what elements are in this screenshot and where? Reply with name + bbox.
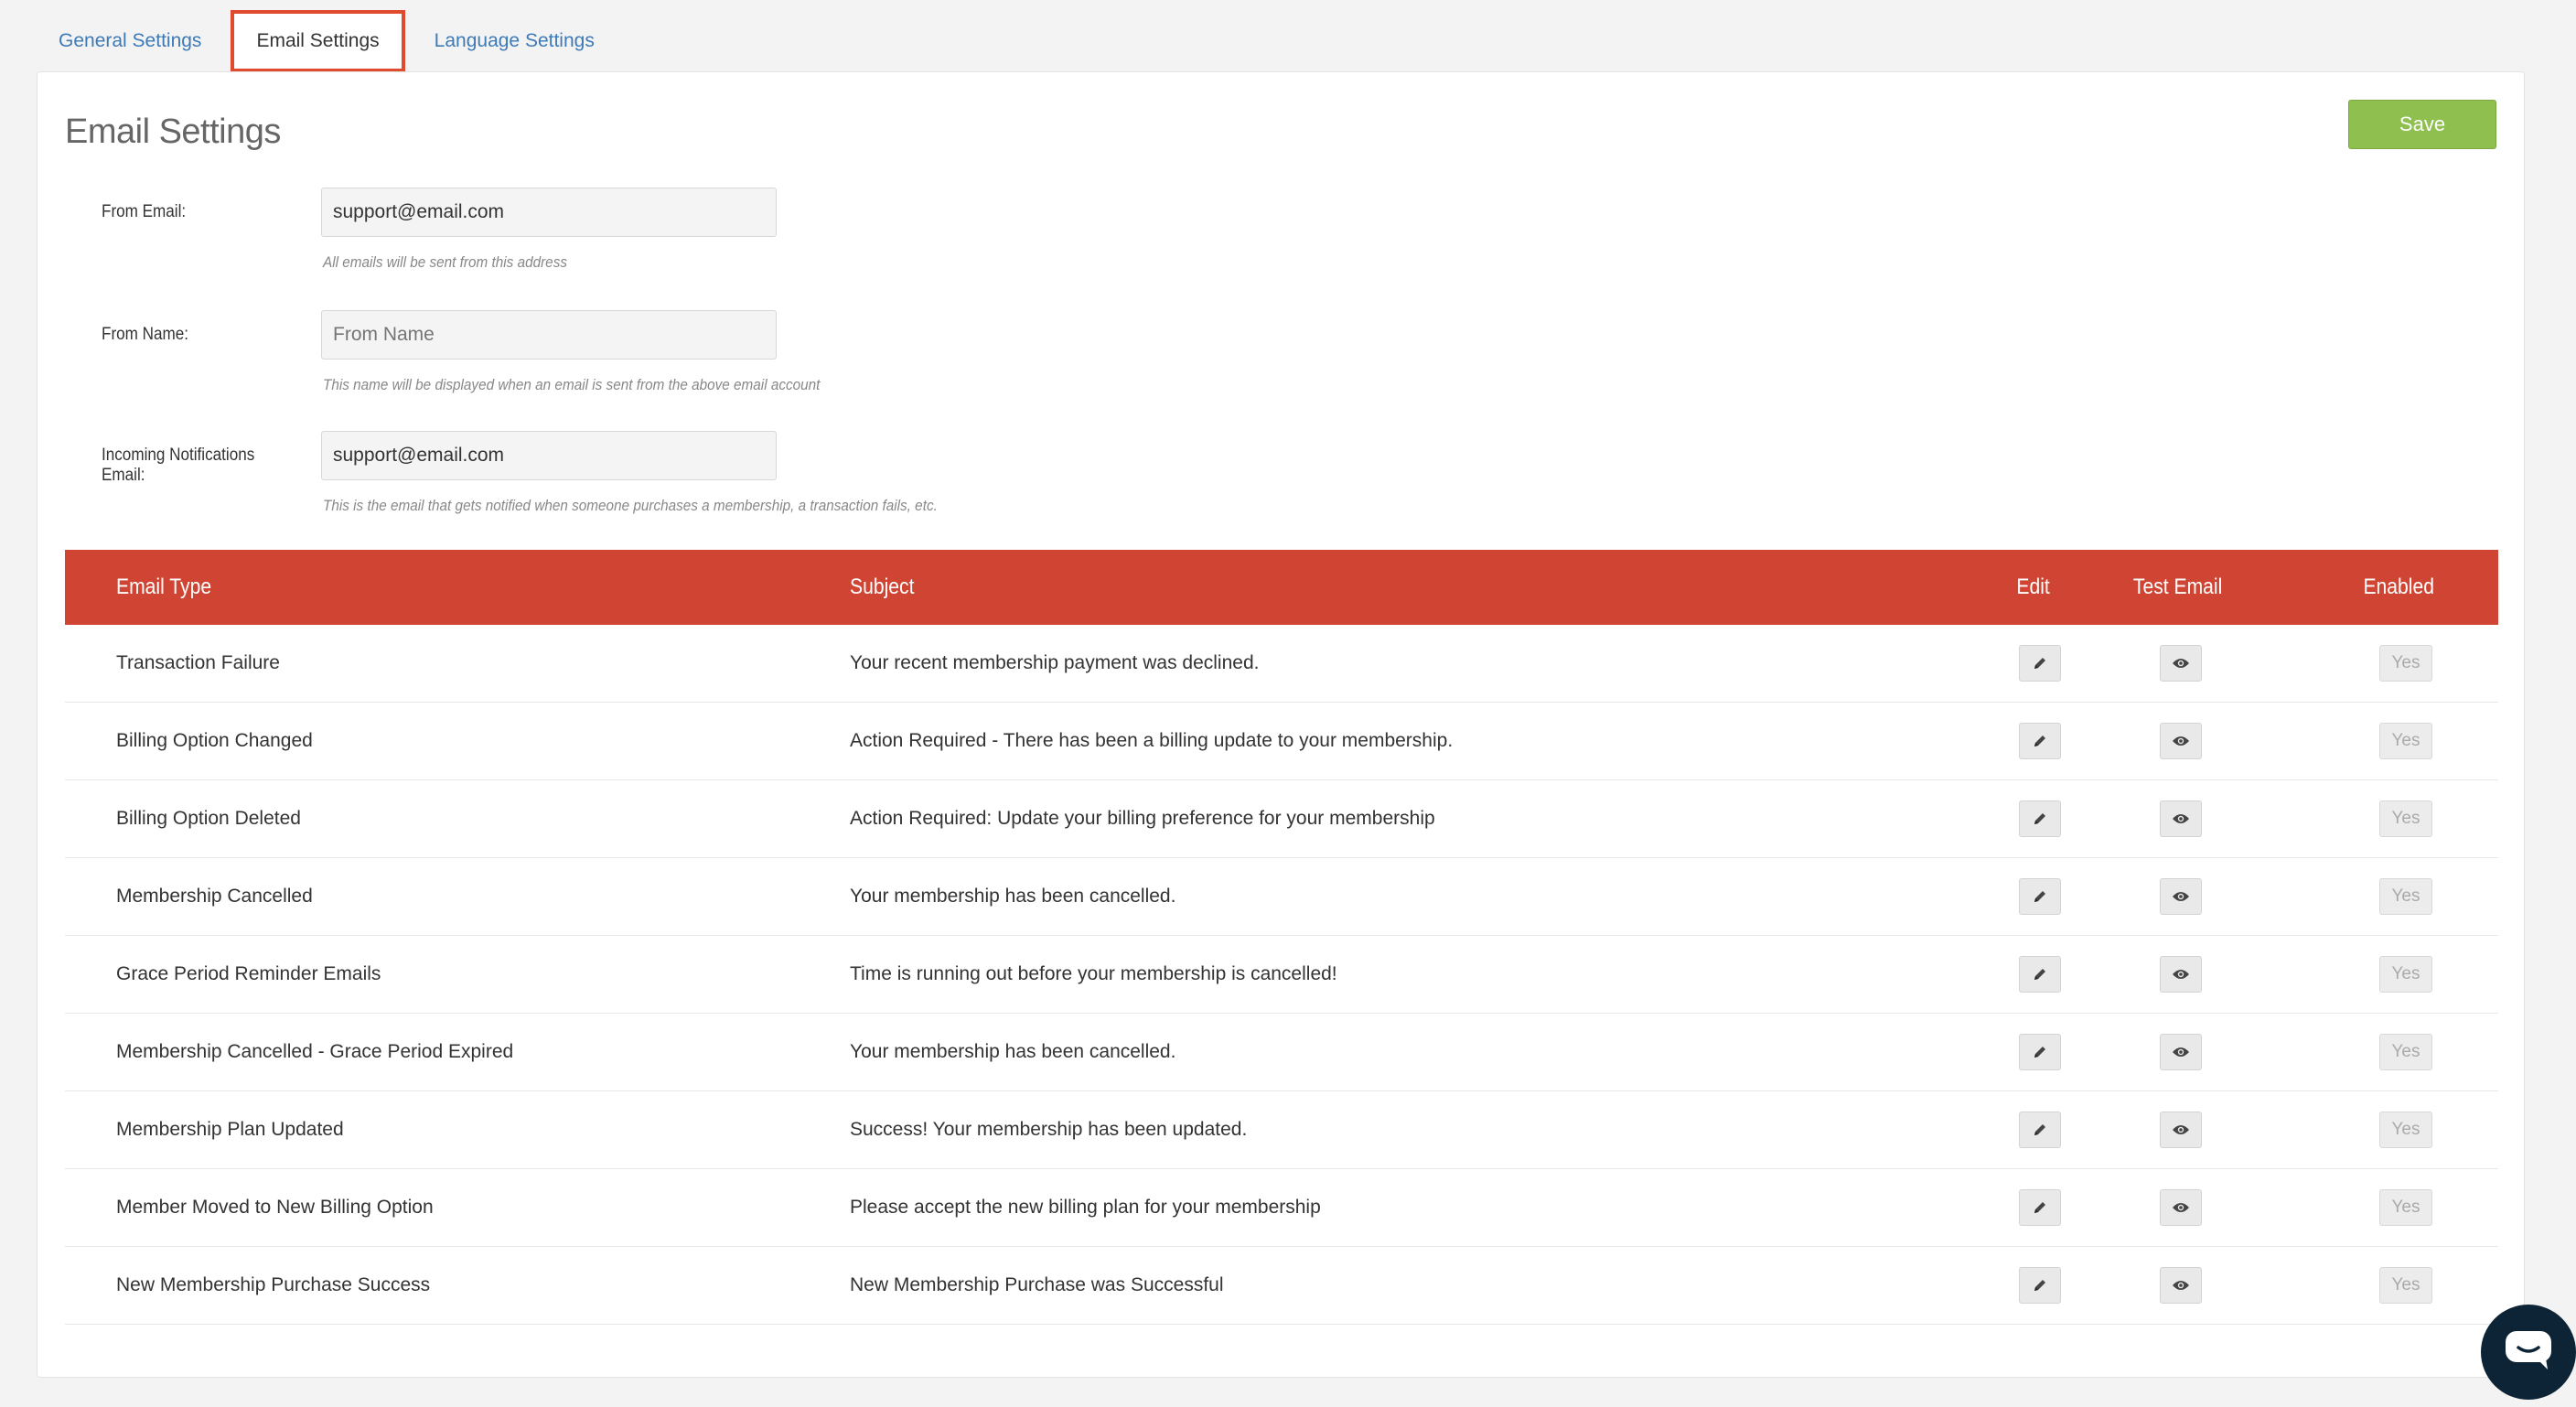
from-name-help: This name will be displayed when an emai… xyxy=(323,376,821,393)
subject-cell: Success! Your membership has been update… xyxy=(850,1119,1248,1140)
subject-cell: Your membership has been cancelled. xyxy=(850,1041,1176,1062)
tab-general-settings[interactable]: General Settings xyxy=(37,10,223,72)
table-row: Membership Cancelled Your membership has … xyxy=(65,858,2498,936)
subject-cell: Your recent membership payment was decli… xyxy=(850,652,1260,673)
subject-cell: Time is running out before your membersh… xyxy=(850,963,1337,984)
from-email-label: From Email: xyxy=(102,202,187,221)
test-email-button[interactable] xyxy=(2160,878,2202,915)
table-row: Grace Period Reminder Emails Time is runn… xyxy=(65,936,2498,1014)
header-subject: Subject xyxy=(850,575,915,599)
subject-cell: Action Required: Update your billing pre… xyxy=(850,808,1435,829)
enabled-toggle[interactable]: Yes xyxy=(2379,645,2432,682)
pencil-icon xyxy=(2032,1277,2048,1294)
from-name-field[interactable] xyxy=(321,310,777,360)
table-row: Transaction Failure Your recent membershi… xyxy=(65,625,2498,703)
email-type-cell: Membership Cancelled xyxy=(116,886,313,907)
email-settings-panel: Email Settings Save From Email: All emai… xyxy=(37,71,2525,1378)
table-row: Billing Option Deleted Action Required: U… xyxy=(65,780,2498,858)
test-email-button[interactable] xyxy=(2160,956,2202,993)
email-type-cell: Transaction Failure xyxy=(116,652,280,673)
tab-language-settings[interactable]: Language Settings xyxy=(413,10,617,72)
eye-icon xyxy=(2172,1046,2190,1058)
edit-button[interactable] xyxy=(2019,1112,2061,1148)
settings-tabs: General Settings Email Settings Language… xyxy=(37,9,617,73)
eye-icon xyxy=(2172,1123,2190,1136)
pencil-icon xyxy=(2032,1122,2048,1138)
enabled-toggle[interactable]: Yes xyxy=(2379,1189,2432,1226)
edit-button[interactable] xyxy=(2019,878,2061,915)
enabled-toggle[interactable]: Yes xyxy=(2379,1267,2432,1304)
email-type-cell: New Membership Purchase Success xyxy=(116,1274,431,1295)
notifications-email-label: Incoming Notifications Email: xyxy=(102,446,255,485)
pencil-icon xyxy=(2032,655,2048,671)
test-email-button[interactable] xyxy=(2160,1267,2202,1304)
test-email-button[interactable] xyxy=(2160,1034,2202,1070)
test-email-button[interactable] xyxy=(2160,1112,2202,1148)
email-types-table: Email Type Subject Edit Test Email Enabl… xyxy=(65,550,2498,1325)
eye-icon xyxy=(2172,812,2190,825)
enabled-toggle[interactable]: Yes xyxy=(2379,956,2432,993)
table-row: Billing Option Changed Action Required - … xyxy=(65,703,2498,780)
save-button[interactable]: Save xyxy=(2348,100,2496,149)
from-email-help: All emails will be sent from this addres… xyxy=(323,253,568,271)
from-name-label: From Name: xyxy=(102,325,189,344)
eye-icon xyxy=(2172,968,2190,981)
header-enabled: Enabled xyxy=(2363,575,2434,599)
table-row: New Membership Purchase Success New Membe… xyxy=(65,1247,2498,1325)
email-type-cell: Billing Option Changed xyxy=(116,730,313,751)
edit-button[interactable] xyxy=(2019,1189,2061,1226)
table-row: Membership Plan Updated Success! Your mem… xyxy=(65,1091,2498,1169)
enabled-toggle[interactable]: Yes xyxy=(2379,723,2432,759)
subject-cell: Please accept the new billing plan for y… xyxy=(850,1197,1321,1218)
edit-button[interactable] xyxy=(2019,723,2061,759)
notifications-email-field[interactable] xyxy=(321,431,777,480)
test-email-button[interactable] xyxy=(2160,1189,2202,1226)
tab-email-settings[interactable]: Email Settings xyxy=(231,10,405,72)
table-row: Membership Cancelled - Grace Period Expi… xyxy=(65,1014,2498,1091)
pencil-icon xyxy=(2032,733,2048,749)
email-type-cell: Member Moved to New Billing Option xyxy=(116,1197,434,1218)
subject-cell: New Membership Purchase was Successful xyxy=(850,1274,1224,1295)
enabled-toggle[interactable]: Yes xyxy=(2379,878,2432,915)
pencil-icon xyxy=(2032,966,2048,983)
header-edit: Edit xyxy=(2016,575,2050,599)
email-type-cell: Membership Cancelled - Grace Period Expi… xyxy=(116,1041,514,1062)
edit-button[interactable] xyxy=(2019,1034,2061,1070)
edit-button[interactable] xyxy=(2019,800,2061,837)
table-header: Email Type Subject Edit Test Email Enabl… xyxy=(65,550,2498,625)
eye-icon xyxy=(2172,1279,2190,1292)
from-email-field[interactable] xyxy=(321,188,777,237)
pencil-icon xyxy=(2032,1044,2048,1060)
page-title: Email Settings xyxy=(65,113,281,151)
edit-button[interactable] xyxy=(2019,1267,2061,1304)
email-type-cell: Billing Option Deleted xyxy=(116,808,301,829)
edit-button[interactable] xyxy=(2019,956,2061,993)
subject-cell: Your membership has been cancelled. xyxy=(850,886,1176,907)
email-type-cell: Membership Plan Updated xyxy=(116,1119,344,1140)
enabled-toggle[interactable]: Yes xyxy=(2379,1034,2432,1070)
chat-button[interactable] xyxy=(2481,1305,2576,1400)
eye-icon xyxy=(2172,1201,2190,1214)
header-test-email: Test Email xyxy=(2132,575,2223,599)
enabled-toggle[interactable]: Yes xyxy=(2379,1112,2432,1148)
edit-button[interactable] xyxy=(2019,645,2061,682)
eye-icon xyxy=(2172,735,2190,747)
test-email-button[interactable] xyxy=(2160,645,2202,682)
eye-icon xyxy=(2172,890,2190,903)
notifications-email-help: This is the email that gets notified whe… xyxy=(323,497,938,514)
table-row: Member Moved to New Billing Option Please… xyxy=(65,1169,2498,1247)
chat-bubble-icon xyxy=(2504,1329,2553,1376)
subject-cell: Action Required - There has been a billi… xyxy=(850,730,1454,751)
eye-icon xyxy=(2172,657,2190,670)
test-email-button[interactable] xyxy=(2160,800,2202,837)
pencil-icon xyxy=(2032,811,2048,827)
pencil-icon xyxy=(2032,1199,2048,1216)
enabled-toggle[interactable]: Yes xyxy=(2379,800,2432,837)
table-body: Transaction Failure Your recent membershi… xyxy=(65,625,2498,1325)
email-type-cell: Grace Period Reminder Emails xyxy=(116,963,381,984)
pencil-icon xyxy=(2032,888,2048,905)
test-email-button[interactable] xyxy=(2160,723,2202,759)
header-email-type: Email Type xyxy=(116,575,212,599)
